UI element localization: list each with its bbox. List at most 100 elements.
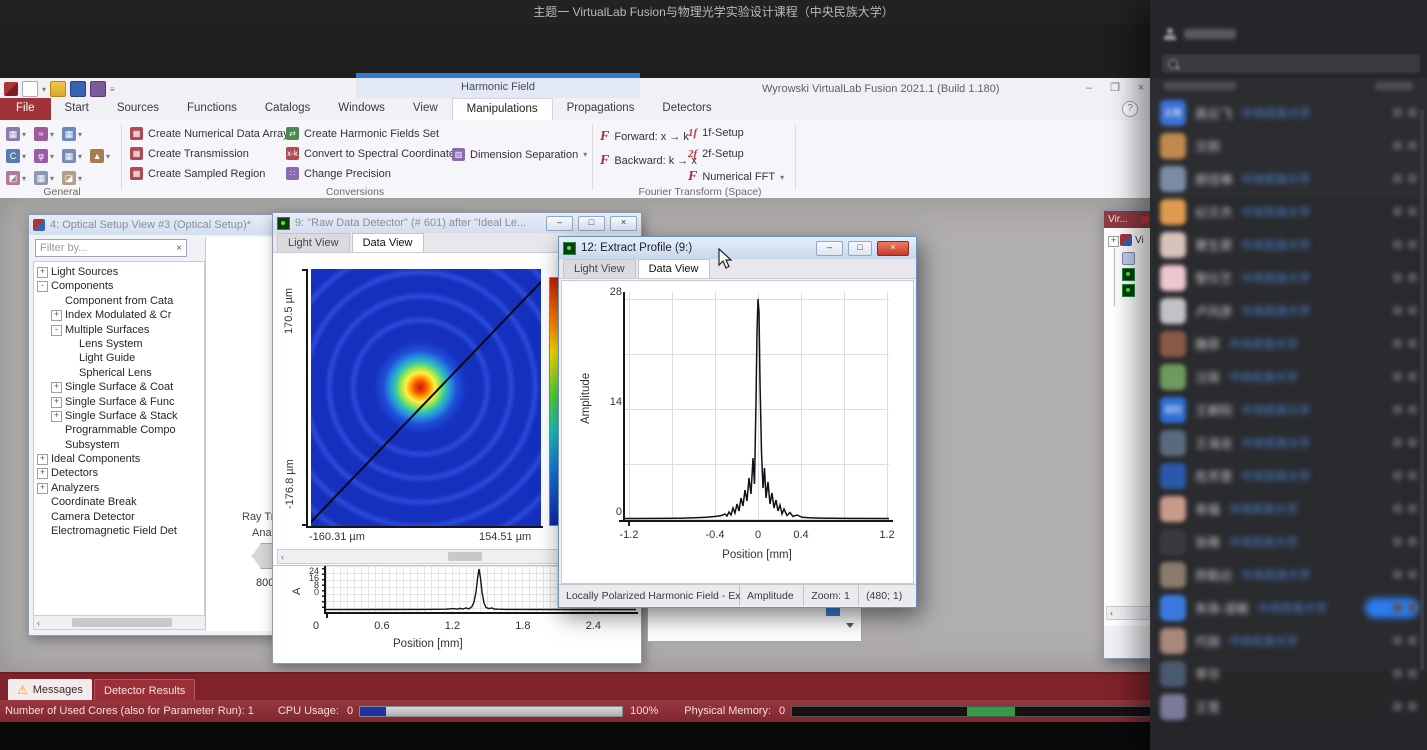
profile-plot-canvas[interactable]: Amplitude 28 14 0 -1.2 -0.4 0 0.4 1.2 Po… [561,280,914,584]
detector-result-icon[interactable] [1122,284,1135,297]
participant-row[interactable]: 邦勒达 中央民族大学 [1150,558,1427,591]
ribbon-tab[interactable]: Sources [103,98,173,120]
detector-window-titlebar[interactable]: 9: "Raw Data Detector" (# 601) after "Id… [273,213,641,233]
general-tool-button[interactable]: ▦▾ [62,127,82,141]
forward-fft-icon[interactable]: F [600,129,609,145]
window-maximize-button[interactable]: □ [848,241,872,256]
scroll-left-icon[interactable]: ‹ [37,618,40,628]
ribbon-tab[interactable]: Catalogs [251,98,324,120]
participant-row[interactable]: 黎仪艺 中央民族大学 [1150,261,1427,294]
clear-filter-icon[interactable]: × [176,243,182,254]
participant-row[interactable]: 文刚 [1150,129,1427,162]
numerical-fft-icon[interactable]: F [688,169,697,185]
tree-item[interactable]: Camera Detector [34,510,204,524]
numerical-fft-button[interactable]: F Numerical FFT▾ [688,169,784,185]
tree-item[interactable]: - Multiple Surfaces [34,323,204,337]
conversion-icon[interactable]: ∷ [286,167,299,180]
general-tool-button[interactable]: ◩▾ [6,171,26,185]
participant-row[interactable]: 王海龙 中央民族大学 [1150,426,1427,459]
participant-row[interactable]: 代丽 中央民族大学 [1150,624,1427,657]
docked-side-window[interactable]: Vir... + Vi ‹ › [1103,210,1154,659]
participant-row[interactable]: 危芳萱 中央民族大学 [1150,459,1427,492]
conversion-icon[interactable]: x-k [286,147,299,160]
participant-search-input[interactable] [1162,54,1420,73]
profile-extraction-line[interactable] [311,278,541,525]
side-window-titlebar[interactable]: Vir... [1104,211,1153,228]
window-close-button[interactable]: × [877,241,909,256]
general-tool-icon[interactable]: ▦ [62,149,76,163]
tab-data-view[interactable]: Data View [638,259,710,278]
tree-item[interactable]: Electromagnetic Field Det [34,524,204,538]
conversion-icon[interactable]: ⇄ [286,127,299,140]
tree-expand-icon[interactable]: + [51,397,62,408]
tree-item[interactable]: Component from Cata [34,294,204,308]
ribbon-tab[interactable]: View [399,98,452,120]
general-tool-icon[interactable]: ≈ [34,127,48,141]
ribbon-tab[interactable]: Windows [324,98,399,120]
context-tab-label[interactable]: Harmonic Field [356,81,640,93]
window-minimize-button[interactable]: – [816,241,843,256]
ribbon-tab[interactable]: Manipulations [452,98,553,120]
extract-profile-window[interactable]: 12: Extract Profile (9:) – □ × Light Vie… [558,236,917,608]
dimension-separation-icon[interactable]: ▥ [452,148,465,161]
tree-item[interactable]: + Detectors [34,466,204,480]
conversion-button[interactable]: ▦Create Sampled Region [130,167,289,180]
conversion-icon[interactable]: ▦ [130,127,143,140]
new-document-caret-icon[interactable]: ▾ [42,85,46,94]
general-tool-icon[interactable]: ▲ [90,149,104,163]
ribbon-tab[interactable]: Start [51,98,103,120]
scroll-left-icon[interactable]: ‹ [281,552,284,562]
1f-setup-icon[interactable]: 1f [688,127,697,139]
participant-row[interactable]: 魏菲 中央民族大学 [1150,327,1427,360]
tree-item[interactable]: Lens System [34,337,204,351]
result-doc-icon[interactable] [1122,252,1135,265]
participant-row[interactable]: 云教 高云飞 中央民族大学 [1150,96,1427,129]
conversion-button[interactable]: ▦Create Transmission [130,147,289,160]
scroll-thumb[interactable] [72,618,172,627]
tree-item[interactable]: + Index Modulated & Cr [34,308,204,322]
general-tool-icon[interactable]: ◩ [6,171,20,185]
general-tool-button[interactable]: ▲▾ [90,149,110,163]
participant-row[interactable]: 王雪 [1150,690,1427,723]
tree-item[interactable]: Light Guide [34,351,204,365]
help-icon[interactable]: ? [1122,101,1138,117]
participant-row[interactable]: 汪琛 中央民族大学 [1150,360,1427,393]
conversion-icon[interactable]: ▦ [130,167,143,180]
status-quantity[interactable]: Amplitude [740,585,804,606]
general-tool-button[interactable]: ▦▾ [6,127,26,141]
ribbon-tab[interactable]: Detectors [648,98,725,120]
conversion-button[interactable]: ∷Change Precision [286,167,461,180]
tree-item[interactable]: Programmable Compo [34,423,204,437]
app-minimize-button[interactable]: – [1078,82,1100,96]
general-tool-icon[interactable]: φ [34,149,48,163]
ribbon-tab[interactable]: File [0,98,51,120]
general-tool-icon[interactable]: ◪ [62,171,76,185]
scroll-down-icon[interactable] [846,623,854,628]
tree-expand-icon[interactable]: + [37,454,48,465]
participant-row[interactable]: 覃生荣 中央民族大学 [1150,228,1427,261]
general-tool-button[interactable]: C▾ [6,149,26,163]
app-close-button[interactable]: × [1130,82,1152,96]
participant-row[interactable]: 卢风彦 中央民族大学 [1150,294,1427,327]
general-tool-icon[interactable]: ▦ [6,127,20,141]
2f-setup-icon[interactable]: 2f [688,148,697,160]
detector-result-icon[interactable] [1122,268,1135,281]
save-icon[interactable] [70,81,86,97]
tab-messages[interactable]: ⚠ Messages [8,679,92,700]
extract-profile-titlebar[interactable]: 12: Extract Profile (9:) – □ × [559,237,916,259]
profile-plot-area[interactable] [625,292,889,520]
tree-expand-icon[interactable]: + [51,411,62,422]
tree-item[interactable]: + Ideal Components [34,452,204,466]
participant-row[interactable]: 纪文杰 中央民族大学 [1150,195,1427,228]
tree-expand-icon[interactable]: + [37,468,48,479]
participant-row[interactable]: 郝佳琳 中央民族大学 [1150,162,1427,195]
participant-row[interactable]: 胡阳 王朝阳 中央民族大学 [1150,393,1427,426]
tree-expand-icon[interactable]: + [37,483,48,494]
screenshot-icon[interactable] [90,81,106,97]
open-folder-icon[interactable] [50,81,66,97]
pin-icon[interactable] [1142,216,1149,223]
general-tool-button[interactable]: ◪▾ [62,171,82,185]
subheader-right-text[interactable] [1375,82,1413,90]
tree-item[interactable]: + Light Sources [34,265,204,279]
tree-item[interactable]: + Single Surface & Func [34,395,204,409]
